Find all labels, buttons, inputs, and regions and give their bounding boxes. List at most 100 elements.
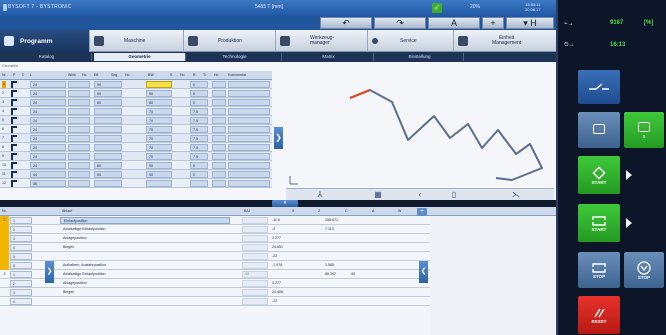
bend-angle-cell[interactable]: 70 bbox=[146, 153, 172, 160]
bend-angle-cell[interactable]: 70 bbox=[146, 135, 172, 142]
redo-button[interactable]: ↷ bbox=[374, 17, 426, 29]
tool-cell[interactable] bbox=[212, 171, 226, 178]
value-box[interactable] bbox=[242, 235, 268, 242]
tool-cell[interactable] bbox=[212, 135, 226, 142]
geometry-row[interactable]: 12 36 bbox=[0, 179, 272, 188]
geometry-row[interactable]: 8 24 70 7.5 bbox=[0, 143, 272, 152]
add-step-button[interactable]: + bbox=[417, 208, 427, 216]
tool-cell[interactable] bbox=[212, 162, 226, 169]
bend-angle-cell[interactable]: 70 bbox=[146, 108, 172, 115]
step-description[interactable]: Axialseitige Einlaufposition bbox=[60, 271, 230, 278]
menu-einheit[interactable]: Einheit Management bbox=[454, 30, 556, 52]
menu-maschine[interactable]: Maschine bbox=[90, 30, 184, 52]
collapse-panel-button[interactable]: ▾ bbox=[272, 200, 298, 207]
step-description[interactable]: Axialseitige Einlaufposition bbox=[60, 226, 230, 233]
step-description[interactable]: Anlageposition bbox=[60, 235, 230, 242]
comment-cell[interactable] bbox=[228, 144, 270, 151]
view-front-icon[interactable]: ⅄ bbox=[312, 190, 328, 200]
angle-cell[interactable] bbox=[68, 171, 90, 178]
menu-werkzeug[interactable]: Werkzeug- manager bbox=[276, 30, 368, 52]
comment-cell[interactable] bbox=[228, 117, 270, 124]
value-box[interactable] bbox=[242, 280, 268, 287]
radius-cell[interactable]: 0 bbox=[190, 171, 208, 178]
step-description[interactable]: Biegen bbox=[60, 289, 230, 296]
menu-produktion[interactable]: Produktion bbox=[184, 30, 276, 52]
angle-cell[interactable] bbox=[68, 126, 90, 133]
effect-cell[interactable] bbox=[94, 126, 122, 133]
view-back-icon[interactable]: ‹ bbox=[412, 190, 428, 200]
geometry-row[interactable]: 11 44 90 90 0 bbox=[0, 170, 272, 179]
bend-angle-cell[interactable]: 70 bbox=[146, 126, 172, 133]
angle-cell[interactable] bbox=[68, 162, 90, 169]
geometry-row[interactable]: 6 24 70 7.5 bbox=[0, 125, 272, 134]
effect-cell[interactable] bbox=[94, 180, 122, 187]
angle-cell[interactable] bbox=[68, 144, 90, 151]
tool-cell[interactable] bbox=[212, 81, 226, 88]
tab-technologie[interactable]: Technologie bbox=[188, 53, 282, 61]
geometry-row[interactable]: 9 24 70 7.5 bbox=[0, 152, 272, 161]
radius-cell[interactable] bbox=[190, 180, 208, 187]
tab-geometrie[interactable]: Geometrie bbox=[94, 53, 186, 61]
radius-cell[interactable]: 0 bbox=[190, 162, 208, 169]
value-box[interactable] bbox=[242, 226, 268, 233]
bend-angle-cell[interactable]: 90 bbox=[146, 162, 172, 169]
value-box[interactable] bbox=[242, 298, 268, 305]
undo-button[interactable]: ↶ bbox=[320, 17, 372, 29]
ok-status-icon[interactable]: ✓ bbox=[432, 3, 442, 13]
tool-cell[interactable] bbox=[212, 144, 226, 151]
geometry-row[interactable]: 2 24 90 90 0 bbox=[0, 89, 272, 98]
view-panel-icon[interactable]: ▯ bbox=[446, 190, 462, 200]
value-box[interactable] bbox=[242, 217, 268, 224]
radius-cell[interactable]: 7.5 bbox=[190, 144, 208, 151]
tool-cell[interactable] bbox=[212, 180, 226, 187]
value-box[interactable] bbox=[242, 244, 268, 251]
geometry-row[interactable]: 4 24 70 7.5 bbox=[0, 107, 272, 116]
length-cell[interactable]: 44 bbox=[30, 171, 66, 178]
tab-einstellung[interactable]: Einstellung bbox=[376, 53, 464, 61]
bend-angle-cell[interactable]: 90 bbox=[146, 90, 172, 97]
bend-angle-cell[interactable] bbox=[146, 180, 172, 187]
radius-cell[interactable]: 0 bbox=[190, 81, 208, 88]
tab-matrix[interactable]: Matrix bbox=[284, 53, 374, 61]
expand-left-button[interactable]: ❯ bbox=[45, 261, 54, 283]
radius-cell[interactable]: 7.5 bbox=[190, 153, 208, 160]
angle-cell[interactable] bbox=[68, 99, 90, 106]
radius-cell[interactable]: 7.5 bbox=[190, 117, 208, 124]
tool-cell[interactable] bbox=[212, 117, 226, 124]
comment-cell[interactable] bbox=[228, 180, 270, 187]
effect-cell[interactable]: 60 bbox=[94, 162, 122, 169]
angle-cell[interactable] bbox=[68, 180, 90, 187]
stop-cycle-button[interactable]: STOP bbox=[578, 252, 620, 288]
effect-cell[interactable]: 90 bbox=[94, 90, 122, 97]
angle-cell[interactable] bbox=[68, 108, 90, 115]
start-cycle-button[interactable]: START bbox=[578, 204, 620, 242]
angle-cell[interactable] bbox=[68, 90, 90, 97]
comment-cell[interactable] bbox=[228, 153, 270, 160]
tool-cell[interactable] bbox=[212, 90, 226, 97]
effect-cell[interactable] bbox=[94, 153, 122, 160]
comment-cell[interactable] bbox=[228, 81, 270, 88]
geometry-row[interactable]: 7 24 70 7.5 bbox=[0, 134, 272, 143]
length-cell[interactable]: 24 bbox=[30, 162, 66, 169]
save-button[interactable]: ▾ H bbox=[506, 17, 554, 29]
bend-angle-cell[interactable]: 90 bbox=[146, 171, 172, 178]
expand-side-button[interactable]: ❮ bbox=[419, 261, 428, 283]
reset-button[interactable]: RESET bbox=[578, 296, 620, 334]
menu-programm[interactable]: Programm bbox=[0, 30, 90, 52]
value-box[interactable] bbox=[242, 253, 268, 260]
step-description[interactable] bbox=[60, 253, 230, 260]
effect-cell[interactable]: 80 bbox=[94, 99, 122, 106]
view-grid-icon[interactable]: ▦ bbox=[370, 190, 386, 200]
radius-cell[interactable]: 0 bbox=[190, 99, 208, 106]
length-cell[interactable]: 24 bbox=[30, 117, 66, 124]
angle-cell[interactable] bbox=[68, 153, 90, 160]
length-cell[interactable]: 24 bbox=[30, 99, 66, 106]
geometry-row[interactable]: 1 24 90 0 bbox=[0, 80, 272, 89]
start-button[interactable]: START bbox=[578, 156, 620, 194]
comment-cell[interactable] bbox=[228, 126, 270, 133]
comment-cell[interactable] bbox=[228, 171, 270, 178]
value-box[interactable] bbox=[242, 262, 268, 269]
step-description[interactable]: Biegen bbox=[60, 244, 230, 251]
radius-cell[interactable]: 0 bbox=[190, 90, 208, 97]
radius-cell[interactable]: 7.5 bbox=[190, 108, 208, 115]
